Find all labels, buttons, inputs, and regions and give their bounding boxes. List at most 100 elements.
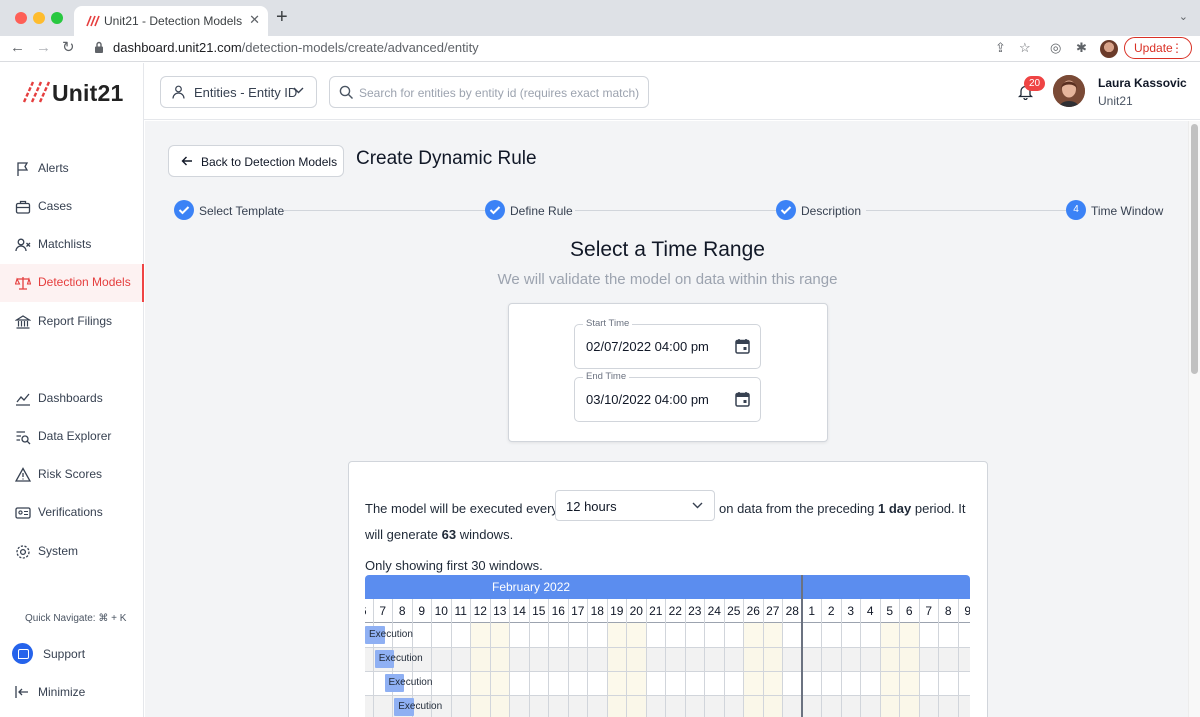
timeline-grid-line [762,623,764,717]
timeline-grid-line [684,623,686,717]
windows-shown-note: Only showing first 30 windows. [365,558,543,573]
timeline-day-label: 23 [684,599,705,623]
sidebar-item-risk-scores[interactable]: Risk Scores [0,456,144,494]
timeline-day-label: 4 [860,599,880,623]
extension-icon[interactable]: ◎ [1050,40,1061,56]
bookmark-star-icon[interactable]: ☆ [1019,40,1031,56]
browser-tab[interactable]: Unit21 - Detection Models ✕ [74,6,268,36]
timeline-day-label: 6 [365,599,373,623]
timeline-grid-line [704,623,705,717]
close-window-button[interactable] [15,12,27,24]
share-icon[interactable]: ⇪ [995,40,1006,56]
timeline-day-label: 2 [821,599,841,623]
timeline-grid-line [840,623,842,717]
timeline-grid-line [938,623,939,717]
sidebar-item-label: Dashboards [38,391,103,405]
support-link[interactable]: Support [43,647,85,661]
entity-search-type-select[interactable]: Entities - Entity ID [160,76,317,108]
sidebar-item-label: Alerts [38,161,69,175]
browser-tab-bar: Unit21 - Detection Models ✕ + ⌄ [0,0,1200,36]
timeline-day-label: 9 [957,599,970,623]
sidebar-item-label: System [38,544,79,558]
browser-profile-avatar[interactable] [1100,40,1118,58]
step-label: Define Rule [510,204,573,218]
collapse-sidebar-icon[interactable] [15,686,29,698]
check-circle-icon [174,200,194,220]
timeline-month-label: February 2022 [492,580,571,594]
briefcase-icon [15,200,31,214]
timeline-day-label: 24 [704,599,724,623]
chevron-down-icon [692,502,703,509]
timeline-day-label: 1 [801,599,822,623]
tab-title: Unit21 - Detection Models [104,14,243,28]
flag-icon [17,162,29,176]
interval-select-value: 12 hours [566,499,617,514]
sidebar-item-label: Data Explorer [38,429,112,443]
end-time-label: End Time [583,371,630,382]
timeline-day-label: 28 [782,599,802,623]
timeline-grid-line [470,623,471,717]
sidebar-item-label: Verifications [38,505,103,519]
minimize-window-button[interactable] [33,12,45,24]
sidebar-item-cases[interactable]: Cases [0,188,144,226]
timeline-day-label: 27 [762,599,783,623]
browser-toolbar: ← → ↻ dashboard.unit21.com/detection-mod… [0,36,1200,62]
time-range-subtitle: We will validate the model on data withi… [497,271,838,288]
minimize-sidebar-button[interactable]: Minimize [38,685,85,699]
execution-text-windows: will generate 63 windows. [365,527,514,542]
browser-update-button[interactable]: Update ⋮ [1124,37,1192,59]
time-range-heading: Select a Time Range [570,238,765,261]
step-number: 4 [1066,200,1086,220]
timeline-day-label: 10 [431,599,451,623]
sidebar-item-report-filings[interactable]: Report Filings [0,303,144,341]
entity-search-input[interactable] [359,83,644,103]
sidebar-item-alerts[interactable]: Alerts [0,150,144,188]
timeline-day-header: 6789101112131415161718192021222324252627… [365,599,970,623]
user-avatar[interactable] [1053,75,1085,107]
calendar-icon[interactable] [735,338,750,354]
step-description[interactable]: Description [776,200,866,220]
chevron-down-icon [293,87,304,94]
step-time-window[interactable]: 4 Time Window [1066,200,1166,220]
back-to-detection-models-button[interactable]: Back to Detection Models [168,145,344,177]
sidebar-item-dashboards[interactable]: Dashboards [0,380,144,418]
step-define-rule[interactable]: Define Rule [485,200,575,220]
unit21-logo-icon [22,81,51,103]
timeline-day-label: 16 [548,599,568,623]
puzzle-icon[interactable]: ✱ [1076,40,1087,56]
sidebar-item-verifications[interactable]: Verifications [0,494,144,532]
tab-search-chevron-icon[interactable]: ⌄ [1179,10,1188,23]
timeline-grid-line [587,623,588,717]
back-arrow-icon[interactable]: ← [10,39,25,57]
timeline-day-label: 7 [918,599,939,623]
support-chat-icon[interactable] [12,643,33,664]
timeline-weekend-column [743,623,763,717]
user-photo-icon [1053,75,1085,107]
entity-search-box[interactable] [329,76,649,108]
tab-close-icon[interactable]: ✕ [249,12,260,28]
timeline-day-label: 11 [450,599,471,623]
end-time-field[interactable]: End Time 03/10/2022 04:00 pm [574,371,761,422]
timeline-grid-line [860,623,861,717]
timeline-weekend-column [879,623,899,717]
timeline-weekend-column [606,623,626,717]
step-label: Time Window [1091,204,1164,218]
fullscreen-window-button[interactable] [51,12,63,24]
timeline-day-label: 5 [879,599,900,623]
new-tab-icon[interactable]: + [276,7,288,27]
sidebar-item-system[interactable]: System [0,533,144,571]
calendar-icon[interactable] [735,391,750,407]
end-time-value: 03/10/2022 04:00 pm [586,392,709,407]
reload-icon[interactable]: ↻ [62,39,75,57]
step-select-template[interactable]: Select Template [174,200,284,220]
sidebar-item-data-explorer[interactable]: Data Explorer [0,418,144,456]
timeline-grid-line [879,623,881,717]
forward-arrow-icon[interactable]: → [36,39,51,57]
timeline-weekend-column [899,623,919,717]
quick-navigate-hint: Quick Navigate: ⌘ + K [25,613,127,624]
execution-window-label: Execution [369,629,413,640]
execution-interval-select[interactable]: 12 hours [555,490,715,521]
timeline-day-label: 13 [489,599,510,623]
address-bar[interactable]: dashboard.unit21.com/detection-models/cr… [88,36,1118,60]
start-time-field[interactable]: Start Time 02/07/2022 04:00 pm [574,318,761,369]
